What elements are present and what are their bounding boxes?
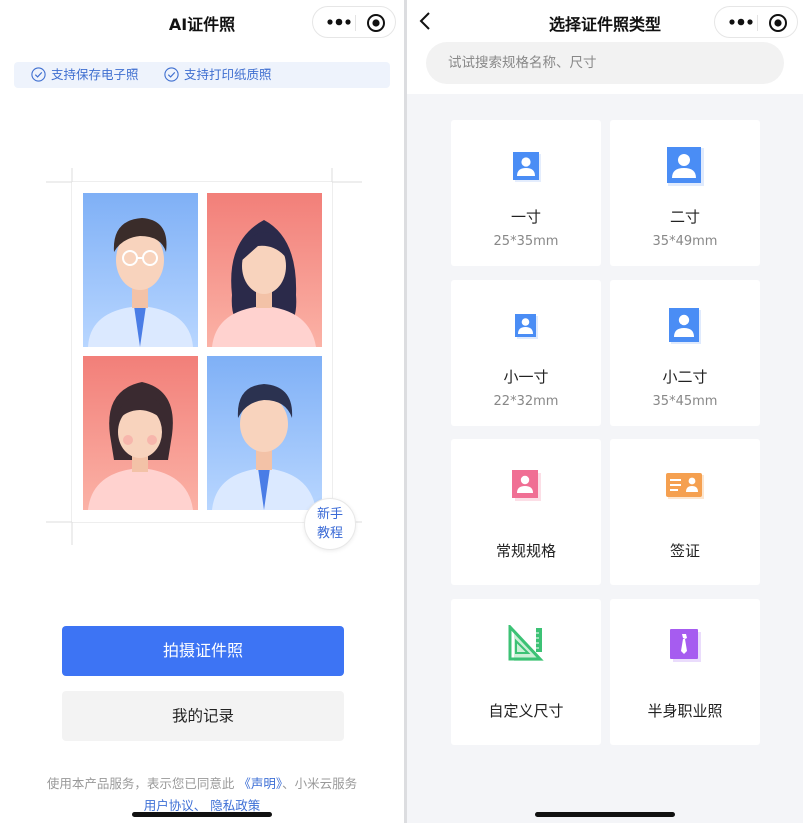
menu-capsule [714,6,798,38]
card-title: 常规规格 [495,542,556,560]
card-small-two-inch[interactable]: 小二寸 35*45mm [610,280,760,426]
person-photo-icon [515,314,538,339]
person-photo-icon [667,147,704,186]
id-photo-illustration [46,168,362,545]
more-icon[interactable] [726,13,756,31]
card-title: 自定义尺寸 [488,702,564,720]
card-title: 小二寸 [662,368,708,386]
take-id-photo-button[interactable]: 拍摄证件照 [62,626,344,676]
home-screen: AI证件照 支持保存电子照 支持打印纸质照 新手 教程 拍摄证件照 我的记录 使… [0,0,404,823]
search-bar-area [407,42,803,94]
agreement-prefix: 使用本产品服务，表示您已同意此 [46,776,235,791]
card-small-one-inch[interactable]: 小一寸 22*32mm [451,280,601,426]
link-separator: 、 [193,798,207,813]
card-title: 小一寸 [503,368,549,386]
close-miniprogram-icon[interactable] [366,13,386,33]
card-size: 35*49mm [652,234,718,249]
card-title: 签证 [669,542,700,560]
pink-photo-icon [512,470,541,501]
card-size: 25*35mm [493,234,559,249]
close-miniprogram-icon[interactable] [768,13,788,33]
card-title: 半身职业照 [647,702,723,720]
home-indicator [132,812,272,817]
avatar-man [207,356,322,510]
person-photo-icon [513,152,541,182]
card-title: 二寸 [669,208,700,226]
my-records-button[interactable]: 我的记录 [62,691,344,741]
check-circle-icon [164,67,179,82]
avatar-woman-long-hair [207,193,322,347]
card-visa[interactable]: 签证 [610,439,760,585]
agreement-suffix: 、小米云服务 [282,776,358,791]
nav-bar: 选择证件照类型 [407,0,803,46]
more-icon[interactable] [324,13,354,31]
search-box[interactable] [426,42,784,84]
avatar-man-glasses [83,193,198,347]
privacy-policy-link[interactable]: 隐私政策 [210,798,260,813]
home-indicator [535,812,675,817]
card-two-inch[interactable]: 二寸 35*49mm [610,120,760,266]
capsule-divider [355,15,356,31]
nav-bar: AI证件照 [0,0,404,46]
capsule-divider [757,15,758,31]
feature-banner: 支持保存电子照 支持打印纸质照 [14,62,390,88]
agreement-text: 使用本产品服务，表示您已同意此 《声明》、小米云服务 [0,773,404,792]
card-custom-size[interactable]: 自定义尺寸 [451,599,601,745]
tie-icon [670,629,701,662]
card-size: 35*45mm [652,394,718,409]
card-professional-portrait[interactable]: 半身职业照 [610,599,760,745]
check-circle-icon [31,67,46,82]
feature-label: 支持打印纸质照 [184,67,272,82]
photo-type-screen: 选择证件照类型 一寸 25*35mm [407,0,803,823]
menu-capsule [312,6,396,38]
tutorial-label-line2: 教程 [316,526,343,541]
card-standard-sizes[interactable]: 常规规格 [451,439,601,585]
tutorial-label-line1: 新手 [316,507,343,522]
avatar-woman-bob [83,356,198,510]
feature-label: 支持保存电子照 [51,67,139,82]
search-input[interactable] [448,42,768,84]
person-photo-icon [669,308,701,344]
ruler-triangle-icon [508,625,544,661]
card-one-inch[interactable]: 一寸 25*35mm [451,120,601,266]
id-card-icon [666,473,704,499]
card-title: 一寸 [510,208,541,226]
user-agreement-link[interactable]: 用户协议 [144,798,194,813]
tutorial-button[interactable]: 新手 教程 [304,498,356,550]
card-size: 22*32mm [493,394,559,409]
statement-link[interactable]: 《声明》 [238,776,282,791]
